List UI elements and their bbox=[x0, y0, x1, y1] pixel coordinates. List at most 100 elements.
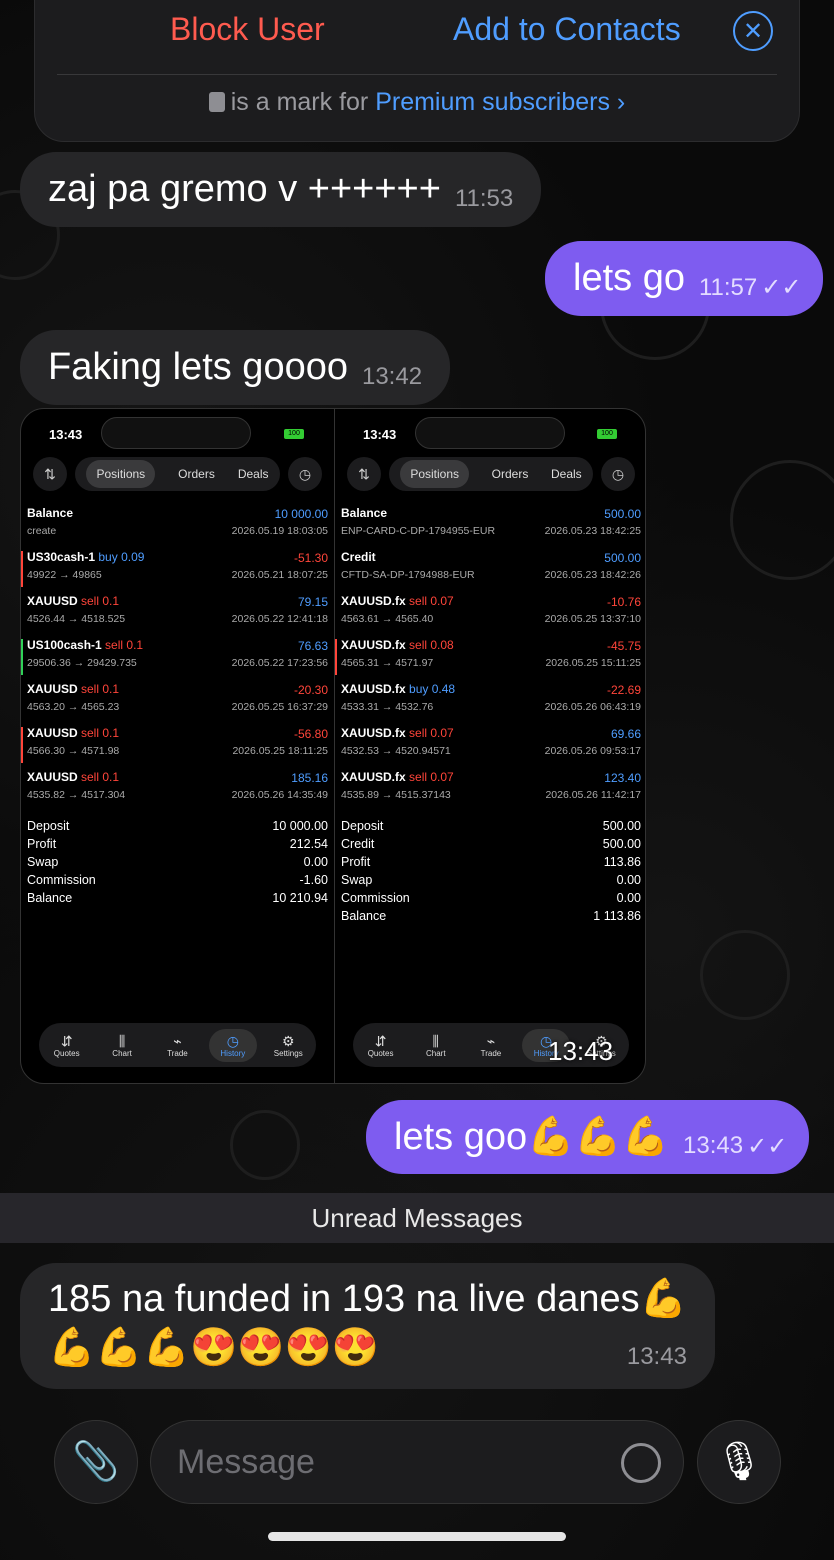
message-text: 185 na funded in 193 na live danes💪 bbox=[48, 1278, 687, 1320]
summary-row: Swap 0.00 bbox=[341, 873, 641, 891]
nav-item-chart[interactable]: ⫼ Chart bbox=[98, 1033, 146, 1058]
message-bubble[interactable]: lets go 11:57 ✓✓ bbox=[545, 241, 824, 316]
message-text: lets goo💪💪💪 bbox=[394, 1116, 670, 1158]
deal-date: 2026.05.21 18:07:25 bbox=[231, 569, 328, 581]
summary-value: 500.00 bbox=[602, 837, 641, 851]
segment-control: Positions Orders Deals bbox=[75, 457, 280, 491]
deals-list: Balance create 10 000.00 2026.05.19 18:0… bbox=[21, 503, 334, 811]
dynamic-island bbox=[101, 417, 251, 449]
block-user-button[interactable]: Block User bbox=[170, 11, 325, 48]
nav-label: Settings bbox=[273, 1048, 303, 1058]
summary-row: Balance 10 210.94 bbox=[27, 891, 328, 909]
screenshot-left-pane: 13:43 100 ⇅ Positions Orders Deals ◷ Bala… bbox=[21, 409, 334, 1083]
deal-symbol: XAUUSD bbox=[27, 682, 78, 696]
add-to-contacts-button[interactable]: Add to Contacts bbox=[453, 11, 681, 48]
mt-bottom-nav: ⇵ Quotes ⫼ Chart ⌁ Trade ◷ History ⚙ Settings bbox=[39, 1023, 316, 1067]
deal-row[interactable]: XAUUSD sell 0.1 4566.30 → 4571.98 -56.80… bbox=[21, 723, 334, 767]
deal-row-marker bbox=[21, 595, 23, 631]
tab-deals[interactable]: Deals bbox=[551, 467, 582, 481]
deal-row-marker bbox=[21, 771, 23, 807]
nav-item-trade[interactable]: ⌁ Trade bbox=[467, 1033, 515, 1058]
deal-profit: -20.30 bbox=[293, 683, 328, 697]
deal-row-marker bbox=[335, 771, 337, 807]
deal-row[interactable]: US100cash-1 sell 0.1 29506.36 → 29429.73… bbox=[21, 635, 334, 679]
deal-side: sell 0.1 bbox=[77, 682, 120, 696]
deal-row[interactable]: XAUUSD.fx sell 0.08 4565.31 → 4571.97 -4… bbox=[335, 635, 645, 679]
deal-symbol: US100cash-1 bbox=[27, 638, 102, 652]
deal-date: 2026.05.25 13:37:10 bbox=[544, 613, 641, 625]
nav-item-history[interactable]: ◷ History bbox=[208, 1028, 257, 1062]
deal-row[interactable]: US30cash-1 buy 0.09 49922 → 49865 -51.30… bbox=[21, 547, 334, 591]
deal-profit: -22.69 bbox=[606, 683, 641, 697]
dynamic-island bbox=[415, 417, 565, 449]
chart-icon: ⫼ bbox=[118, 1032, 126, 1049]
message-bubble[interactable]: 185 na funded in 193 na live danes💪 💪💪💪😍… bbox=[20, 1263, 715, 1389]
mt-tab-bar: ⇅ Positions Orders Deals ◷ bbox=[33, 457, 322, 491]
sticker-icon[interactable] bbox=[621, 1443, 661, 1483]
deal-row[interactable]: XAUUSD.fx sell 0.07 4532.53 → 4520.94571… bbox=[335, 723, 645, 767]
tab-orders[interactable]: Orders bbox=[492, 467, 529, 481]
sort-icon[interactable]: ⇅ bbox=[33, 457, 67, 491]
nav-item-quotes[interactable]: ⇵ Quotes bbox=[357, 1033, 405, 1058]
clock-icon[interactable]: ◷ bbox=[288, 457, 322, 491]
deal-row[interactable]: XAUUSD.fx sell 0.07 4535.89 → 4515.37143… bbox=[335, 767, 645, 811]
deal-row-marker bbox=[21, 683, 23, 719]
tab-positions[interactable]: Positions bbox=[86, 460, 156, 488]
nav-label: Trade bbox=[480, 1048, 502, 1058]
trade-icon: ⌁ bbox=[486, 1032, 496, 1049]
message-bubble[interactable]: lets goo💪💪💪 13:43 ✓✓ bbox=[366, 1100, 810, 1174]
deal-side: sell 0.1 bbox=[101, 638, 144, 652]
paperclip-icon[interactable]: 📎 bbox=[54, 1420, 138, 1504]
summary-row: Deposit 10 000.00 bbox=[27, 819, 328, 837]
status-clock: 13:43 bbox=[363, 427, 397, 442]
deal-row[interactable]: Credit CFTD-SA-DP-1794988-EUR 500.00 202… bbox=[335, 547, 645, 591]
summary-label: Credit bbox=[341, 837, 375, 851]
deal-row[interactable]: Balance ENP-CARD-C-DP-1794955-EUR 500.00… bbox=[335, 503, 645, 547]
tab-deals[interactable]: Deals bbox=[238, 467, 269, 481]
premium-subscribers-link[interactable]: Premium subscribers › bbox=[375, 88, 625, 116]
summary-row: Deposit 500.00 bbox=[341, 819, 641, 837]
deal-symbol: XAUUSD.fx bbox=[341, 594, 406, 608]
summary-label: Commission bbox=[341, 891, 410, 905]
summary-label: Deposit bbox=[27, 819, 70, 833]
deal-row[interactable]: Balance create 10 000.00 2026.05.19 18:0… bbox=[21, 503, 334, 547]
settings-icon: ⚙ bbox=[281, 1032, 295, 1049]
message-time: 13:43 bbox=[683, 1132, 744, 1159]
clock-icon[interactable]: ◷ bbox=[601, 457, 635, 491]
status-clock: 13:43 bbox=[49, 427, 83, 442]
message-bubble[interactable]: Faking lets goooo 13:42 bbox=[20, 330, 451, 405]
summary-value: 500.00 bbox=[602, 819, 641, 833]
background-doodle bbox=[730, 460, 834, 580]
deals-list: Balance ENP-CARD-C-DP-1794955-EUR 500.00… bbox=[335, 503, 645, 811]
deal-row[interactable]: XAUUSD sell 0.1 4563.20 → 4565.23 -20.30… bbox=[21, 679, 334, 723]
deal-row[interactable]: XAUUSD sell 0.1 4526.44 → 4518.525 79.15… bbox=[21, 591, 334, 635]
message-text: zaj pa gremo v ++++++ bbox=[48, 168, 441, 210]
deal-row[interactable]: XAUUSD.fx buy 0.48 4533.31 → 4532.76 -22… bbox=[335, 679, 645, 723]
deal-symbol: XAUUSD bbox=[27, 594, 78, 608]
tab-orders[interactable]: Orders bbox=[178, 467, 215, 481]
deal-symbol: US30cash-1 bbox=[27, 550, 96, 564]
nav-item-quotes[interactable]: ⇵ Quotes bbox=[43, 1033, 91, 1058]
deal-profit: 500.00 bbox=[604, 551, 641, 565]
close-icon[interactable]: ✕ bbox=[733, 11, 773, 51]
deal-row[interactable]: XAUUSD sell 0.1 4535.82 → 4517.304 185.1… bbox=[21, 767, 334, 811]
message-bubble[interactable]: zaj pa gremo v ++++++ 11:53 bbox=[20, 152, 542, 227]
deal-row[interactable]: XAUUSD.fx sell 0.07 4563.61 → 4565.40 -1… bbox=[335, 591, 645, 635]
deal-side: sell 0.07 bbox=[405, 726, 454, 740]
deal-profit: 123.40 bbox=[604, 771, 641, 785]
message-time: 11:53 bbox=[454, 184, 514, 212]
tab-positions[interactable]: Positions bbox=[400, 460, 470, 488]
premium-note-text: is a mark for bbox=[230, 88, 369, 116]
nav-item-settings[interactable]: ⚙ Settings bbox=[264, 1033, 312, 1058]
divider bbox=[57, 74, 777, 75]
message-input[interactable]: Message bbox=[150, 1420, 684, 1504]
summary-row: Commission -1.60 bbox=[27, 873, 328, 891]
history-icon: ◷ bbox=[226, 1032, 239, 1049]
microphone-icon[interactable]: 🎙 bbox=[697, 1420, 781, 1504]
message-text-line2: 💪💪💪😍😍😍😍 bbox=[48, 1327, 380, 1369]
sort-icon[interactable]: ⇅ bbox=[347, 457, 381, 491]
nav-item-trade[interactable]: ⌁ Trade bbox=[153, 1033, 201, 1058]
image-message[interactable]: 13:43 100 ⇅ Positions Orders Deals ◷ Bala… bbox=[20, 408, 646, 1084]
summary-row: Profit 212.54 bbox=[27, 837, 328, 855]
nav-item-chart[interactable]: ⫼ Chart bbox=[412, 1033, 460, 1058]
